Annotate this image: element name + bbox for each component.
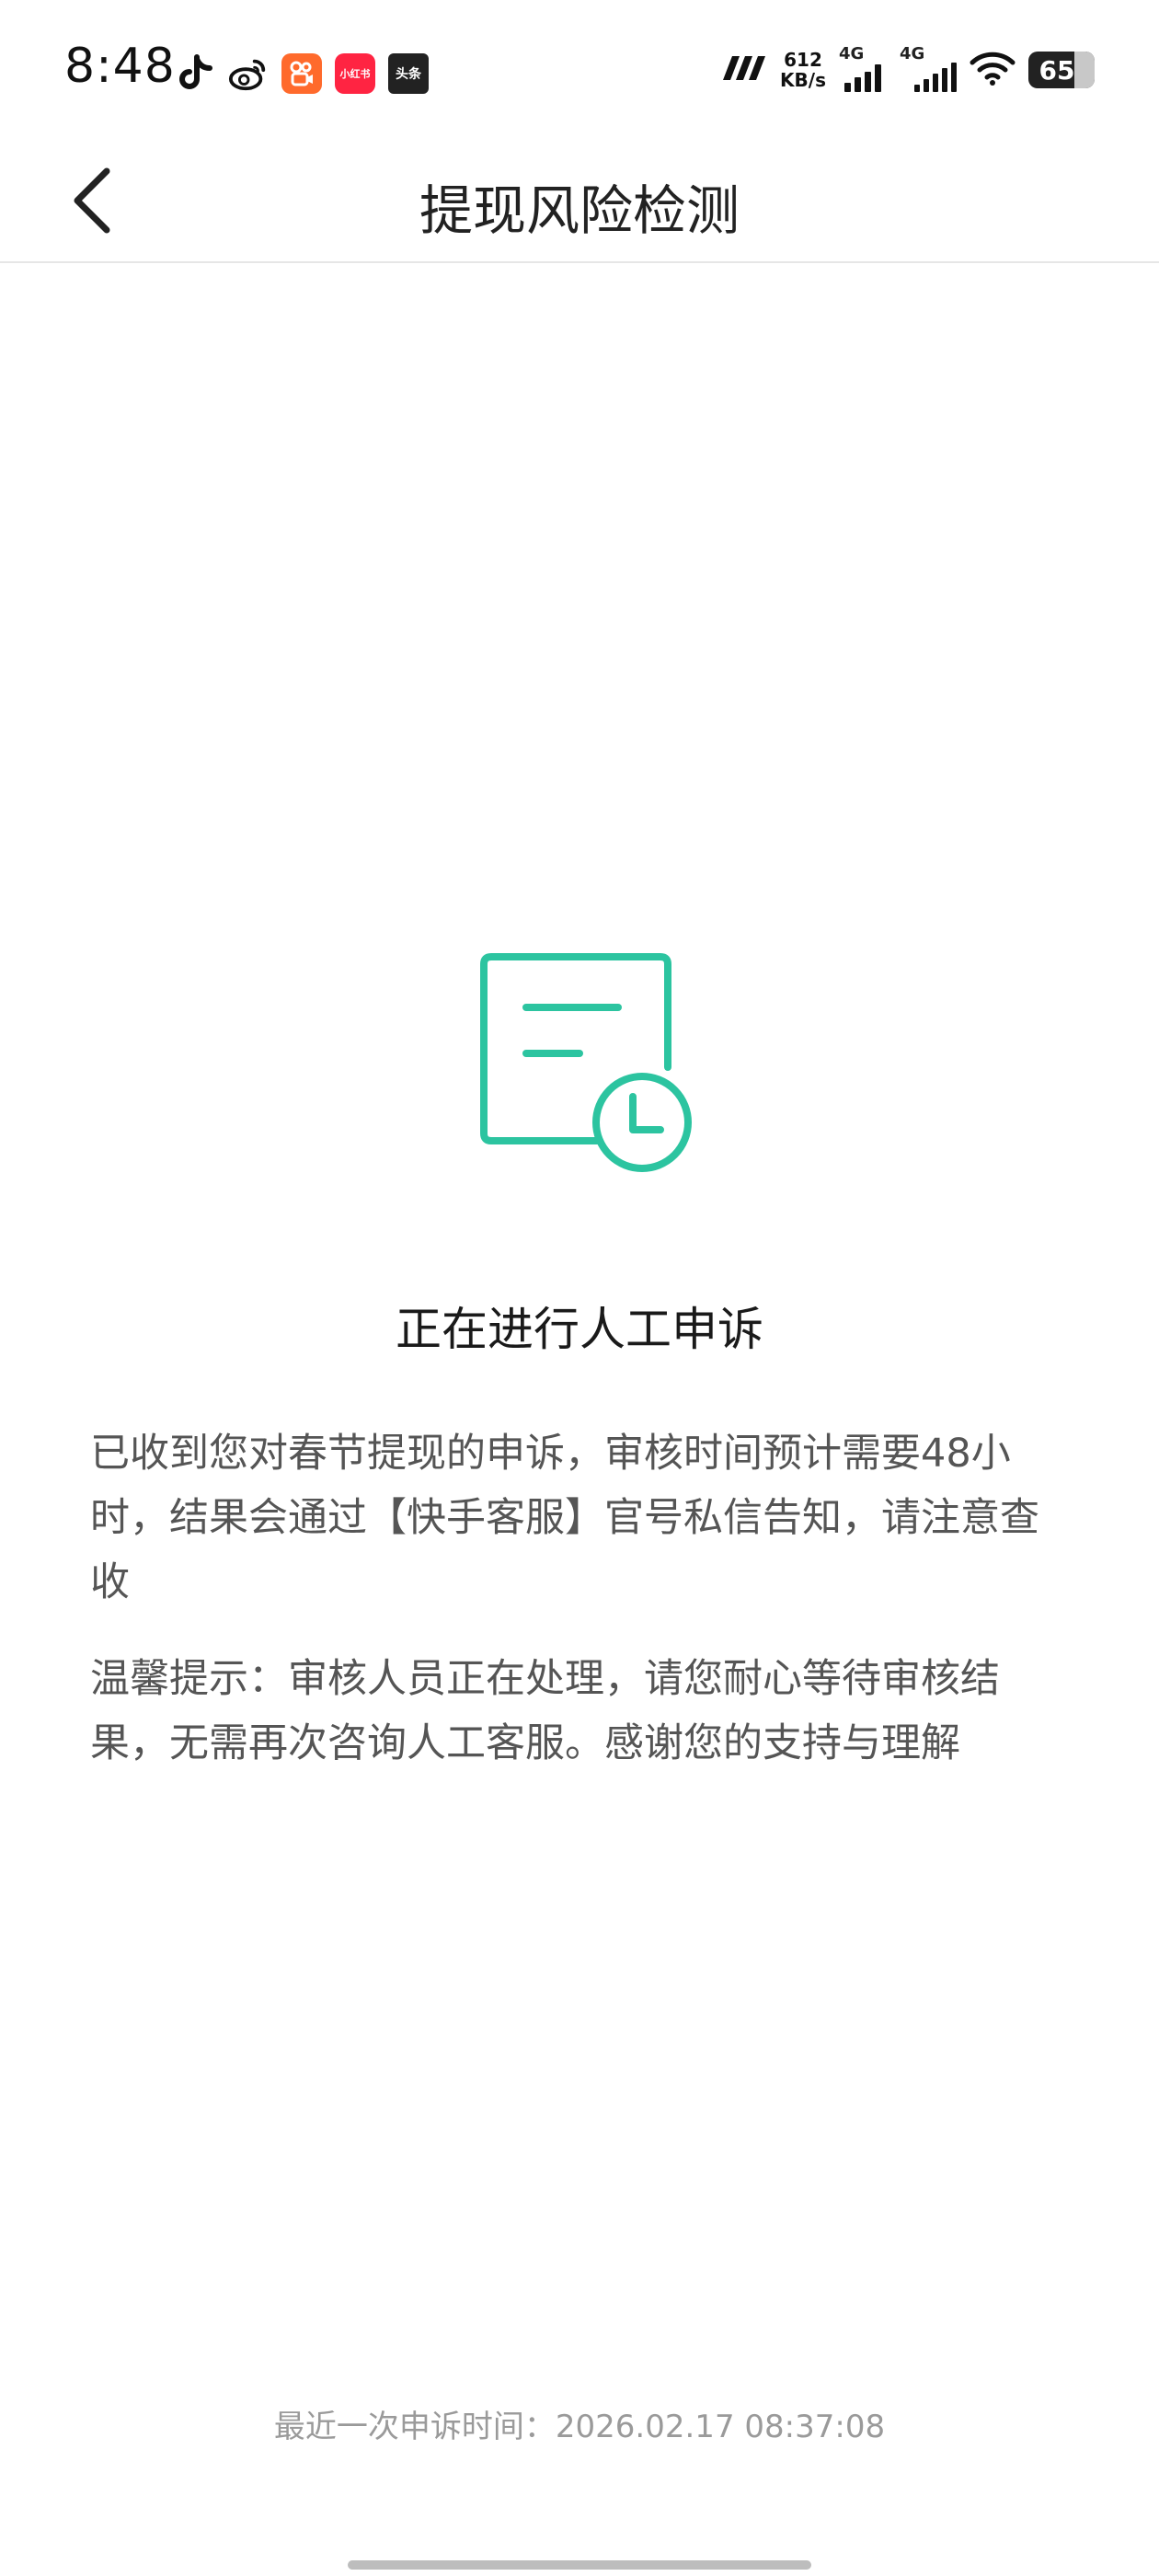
hd-signal-icon: [719, 54, 767, 86]
xiaohongshu-label: 小红书: [339, 68, 371, 80]
douyin-icon: [175, 53, 215, 94]
system-icons: 612 KB/s 4G 4G 65: [719, 44, 1095, 92]
nav-bar: 提现风险检测: [0, 138, 1159, 263]
status-title: 正在进行人工申诉: [396, 1303, 763, 1356]
signal-2-icon: 4G: [900, 44, 957, 92]
appeal-message: 已收到您对春节提现的申诉，审核时间预计需要48小时，结果会通过【快手客服】官号私…: [90, 1431, 1039, 1605]
status-time: 8:48: [64, 39, 176, 94]
signal-1-label: 4G: [839, 44, 865, 63]
wifi-icon: [970, 50, 1016, 90]
notification-icons: 小红书 头条: [175, 53, 429, 94]
page-title: 提现风险检测: [419, 179, 740, 242]
net-speed-value: 612: [784, 49, 822, 71]
signal-1-icon: 4G: [839, 44, 887, 92]
weibo-icon: [228, 53, 269, 94]
net-speed-unit: KB/s: [780, 69, 826, 91]
signal-2-label: 4G: [900, 44, 925, 63]
status-bar: 8:48 小红书 头条 612 KB/s 4G 4G 65: [0, 0, 1159, 138]
xiaohongshu-icon: 小红书: [335, 53, 375, 94]
document-clock-icon: [469, 948, 699, 1196]
page: 8:48 小红书 头条 612 KB/s 4G 4G 65 提现风险检测 正在进…: [0, 0, 1159, 2576]
last-appeal-time: 最近一次申诉时间：2026.02.17 08:37:08: [273, 2409, 886, 2445]
toutiao-label: 头条: [396, 67, 421, 82]
tip-message: 温馨提示：审核人员正在处理，请您耐心等待审核结果，无需再次咨询人工客服。感谢您的…: [90, 1656, 1000, 1766]
toutiao-icon: 头条: [388, 53, 429, 94]
battery-level: 65: [1039, 54, 1075, 86]
kuaishou-icon: [281, 53, 322, 94]
net-speed: 612 KB/s: [780, 50, 826, 90]
home-indicator[interactable]: [348, 2560, 811, 2570]
battery-icon: 65: [1028, 52, 1095, 88]
